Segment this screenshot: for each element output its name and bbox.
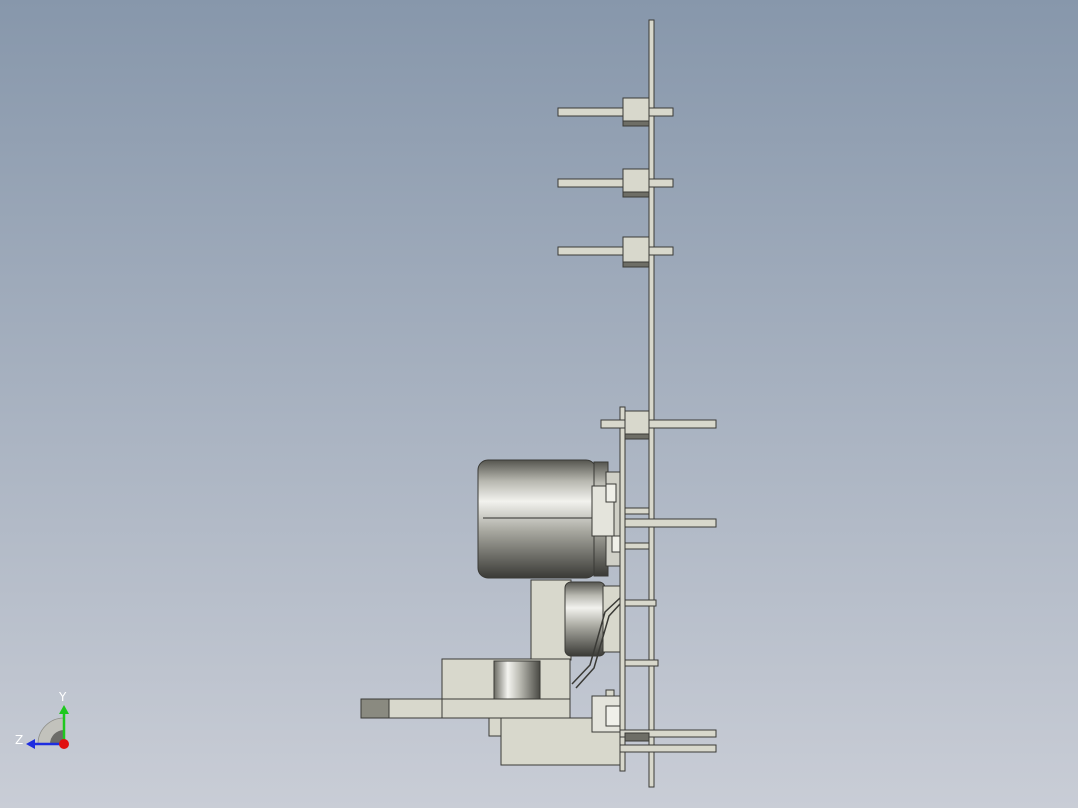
connector-lead[interactable]	[360, 698, 443, 719]
board-spacer-1	[624, 507, 650, 515]
board-spacer-2	[624, 542, 650, 550]
lower-pad	[605, 689, 615, 697]
triad-y-label: Y	[58, 690, 67, 704]
cad-viewport[interactable]: Y Z	[0, 0, 1078, 808]
large-capacitor[interactable]	[477, 459, 621, 579]
pin-6[interactable]	[624, 599, 657, 607]
pin-5[interactable]	[624, 518, 717, 528]
pin-7[interactable]	[624, 659, 659, 667]
triad-x-axis-dot	[59, 739, 69, 749]
pin-9-collar[interactable]	[624, 732, 650, 742]
small-capacitor[interactable]	[564, 581, 621, 657]
connector-housing[interactable]	[441, 658, 571, 719]
triad-z-label: Z	[15, 733, 23, 747]
lower-spacer-cap	[605, 705, 621, 727]
secondary-pcb-board[interactable]	[619, 406, 626, 772]
main-pcb-board[interactable]	[648, 19, 655, 788]
